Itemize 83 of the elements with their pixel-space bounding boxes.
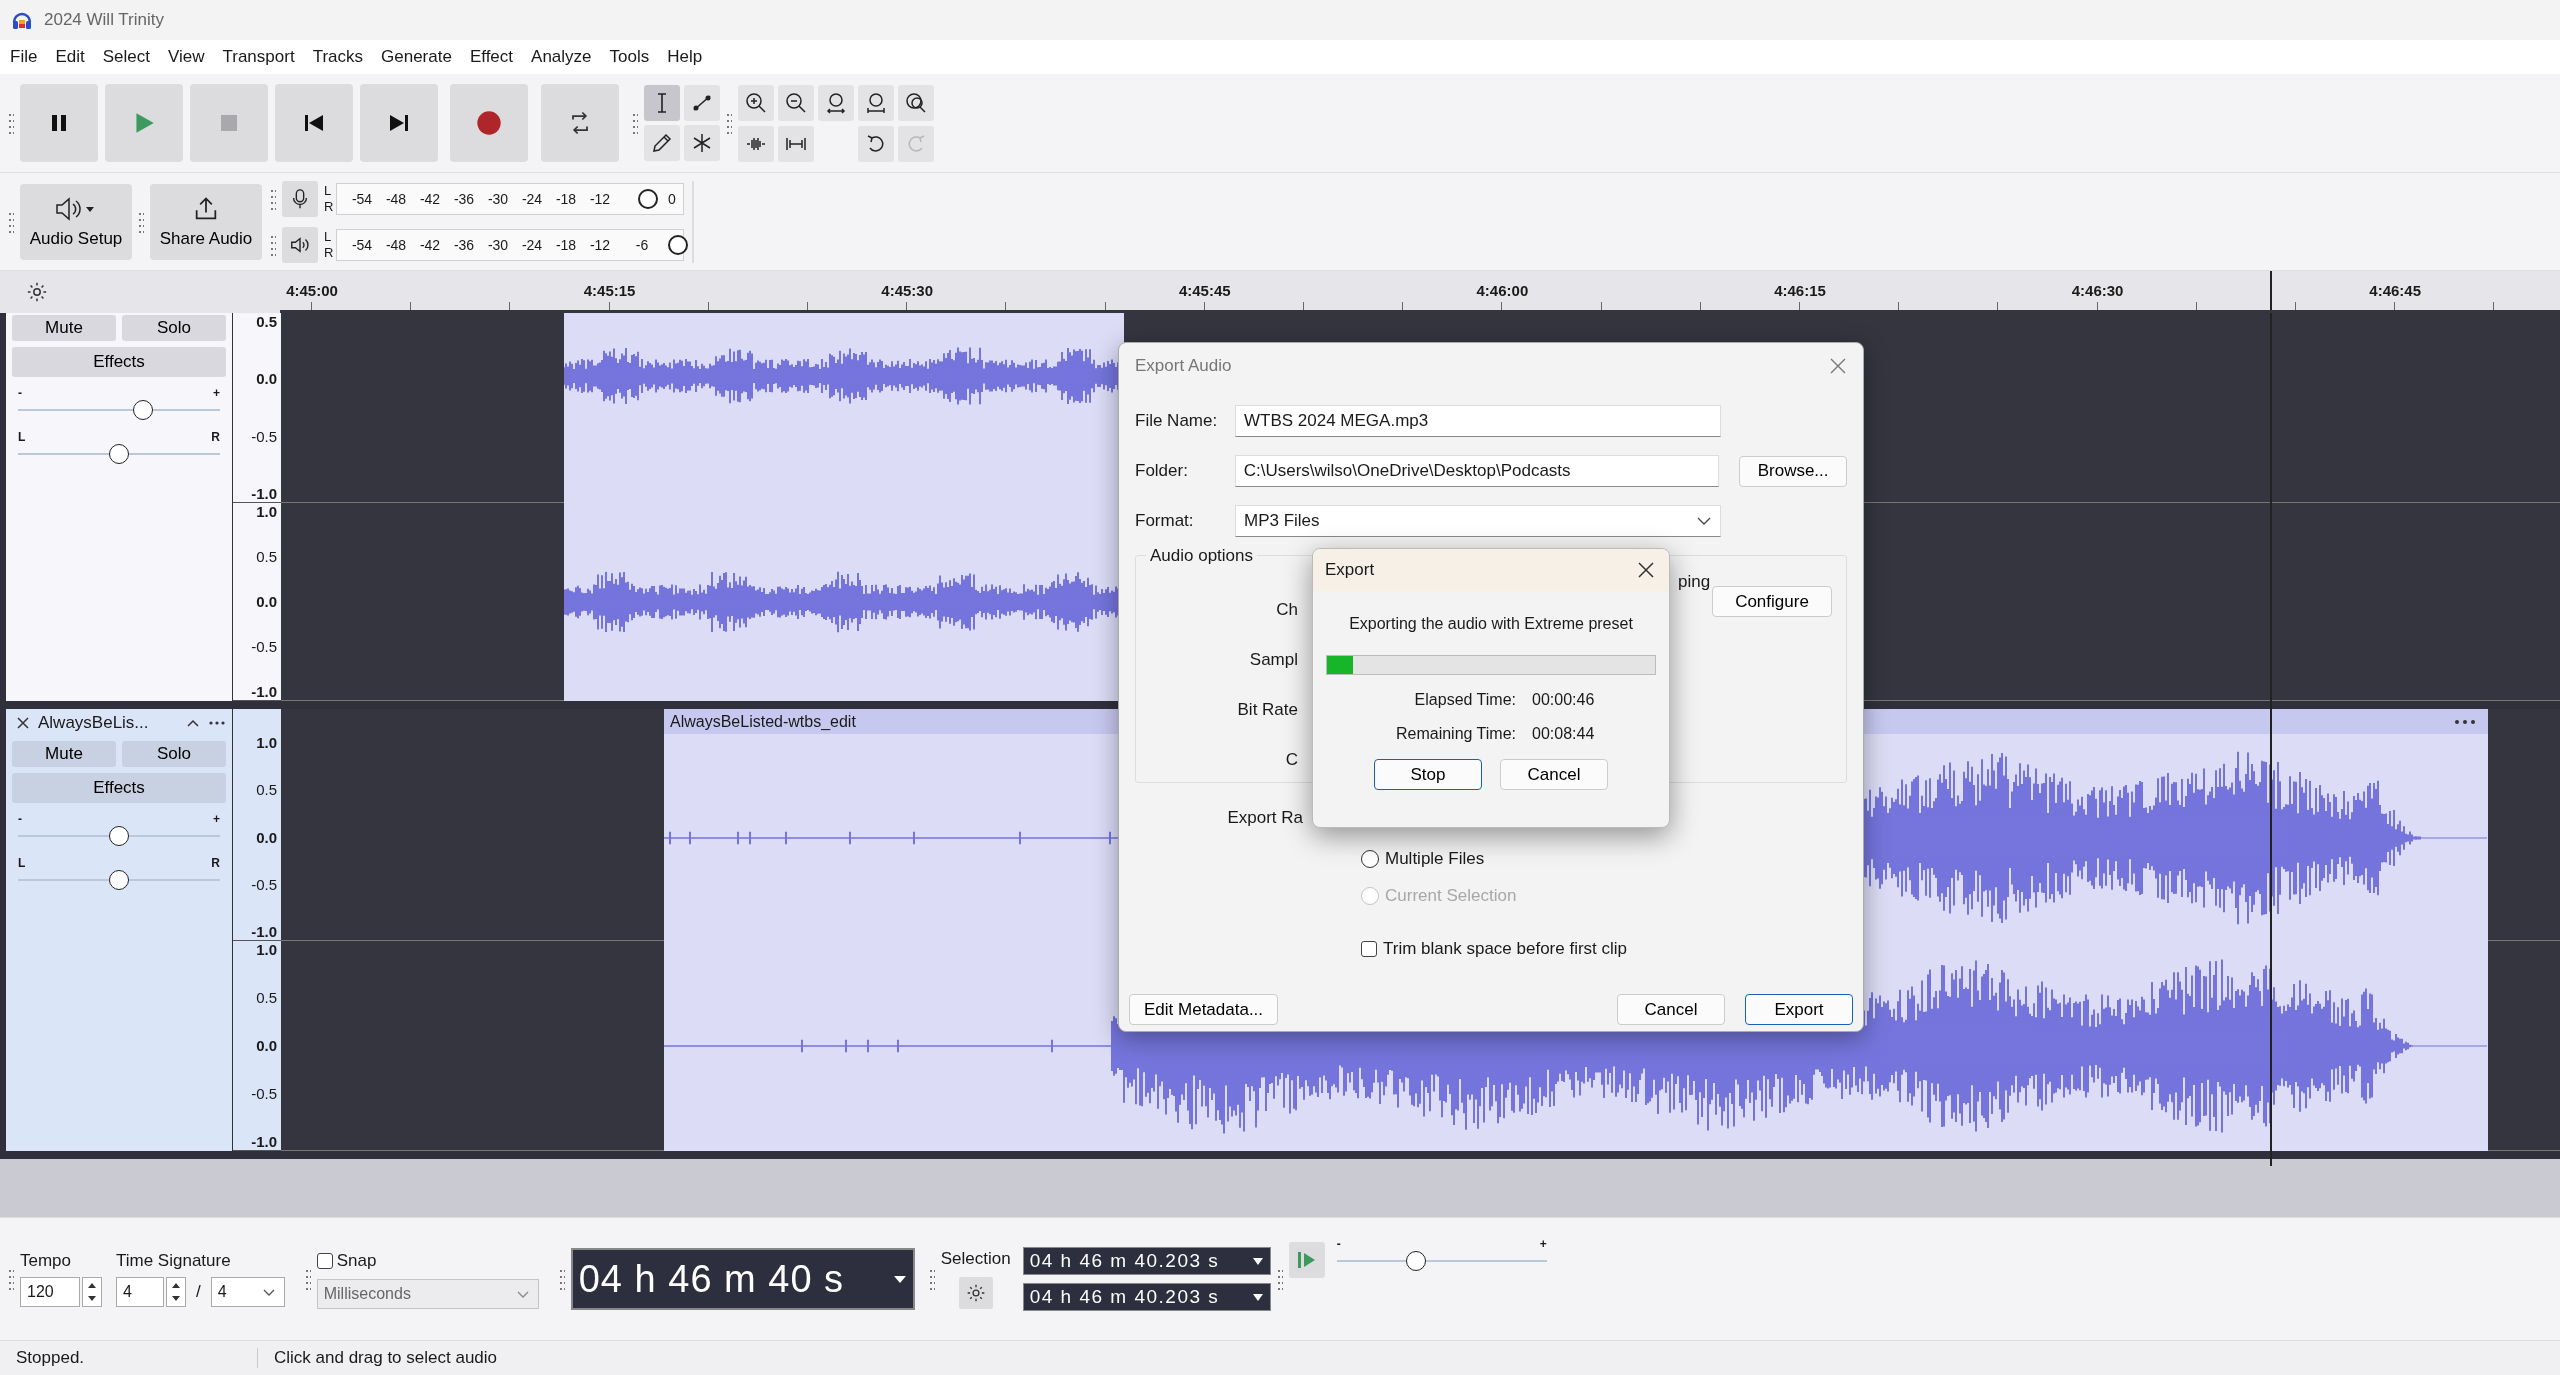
time-signature-label: Time Signature xyxy=(116,1251,232,1271)
meter-tick-label: -54 xyxy=(350,236,374,253)
slider-mark: R xyxy=(211,431,220,443)
option-label: ping xyxy=(1678,572,1711,592)
meter-tick-label: -12 xyxy=(588,236,612,253)
separator-text: / xyxy=(196,1282,201,1302)
amplitude-label: 0.0 xyxy=(256,370,277,388)
meter-tick-label: -48 xyxy=(384,236,408,253)
amplitude-label: 0.5 xyxy=(256,989,277,1006)
export-range-label: Export Ra xyxy=(1227,808,1303,828)
amplitude-label: -1.0 xyxy=(251,923,277,940)
time-label: 4:46:15 xyxy=(1773,282,1827,299)
meter-tick-label: -12 xyxy=(588,190,612,207)
time-label: 4:46:30 xyxy=(2070,282,2125,299)
meter-tick-label: -36 xyxy=(452,190,476,207)
meter-tick-label: -18 xyxy=(554,190,578,207)
meter-tick-label: -18 xyxy=(554,236,578,253)
amplitude-label: -0.5 xyxy=(251,1085,277,1102)
slider-mark: R xyxy=(211,857,220,869)
quality-label: C xyxy=(1285,750,1298,770)
slider-mark: - xyxy=(18,813,22,825)
channel-label: L xyxy=(324,182,333,199)
slider-mark: + xyxy=(213,387,220,399)
window-title: 2024 Will Trinity xyxy=(44,10,164,30)
amplitude-label: 0.5 xyxy=(256,781,277,799)
amplitude-label: 0.0 xyxy=(256,1037,277,1054)
field-label: File Name: xyxy=(1135,411,1219,431)
slider-mark: - xyxy=(1336,1238,1341,1250)
amplitude-label: -0.5 xyxy=(251,875,277,893)
slider-mark: L xyxy=(18,857,26,869)
meter-tick-label: -30 xyxy=(486,190,510,207)
meter-tick-label: -36 xyxy=(452,236,476,253)
time-label: 4:45:15 xyxy=(582,282,637,299)
time-label: Elapsed Time: xyxy=(1413,691,1516,709)
meter-tick-label: -42 xyxy=(418,236,442,253)
amplitude-label: 0.0 xyxy=(256,593,277,610)
field-label: Folder: xyxy=(1135,461,1189,481)
time-label: 4:46:00 xyxy=(1475,282,1530,299)
amplitude-label: 1.0 xyxy=(256,503,277,520)
meter-tick-label: 0 xyxy=(667,190,677,207)
bit-rate-label: Bit Rate xyxy=(1237,700,1298,720)
meter-tick-label: -24 xyxy=(520,190,544,207)
time-label: 4:46:45 xyxy=(2368,282,2423,299)
slider-mark: + xyxy=(213,813,220,825)
amplitude-label: -0.5 xyxy=(251,427,277,445)
meter-tick-label: -48 xyxy=(384,190,408,207)
time-label: 4:45:45 xyxy=(1177,282,1232,299)
slider-mark: + xyxy=(1539,1238,1547,1250)
dialog-title: Export xyxy=(1325,560,1375,580)
dialog-title: Export Audio xyxy=(1135,356,1232,376)
channel-label: R xyxy=(324,198,335,215)
slider-mark: - xyxy=(18,387,22,399)
meter-tick-label: -24 xyxy=(520,236,544,253)
amplitude-label: 0.5 xyxy=(256,313,277,330)
amplitude-label: 1.0 xyxy=(256,941,277,958)
progress-message: Exporting the audio with Extreme preset xyxy=(1349,615,1633,633)
amplitude-label: -1.0 xyxy=(251,1133,277,1150)
field-label: Format: xyxy=(1135,511,1195,531)
meter-tick-label: -54 xyxy=(350,190,374,207)
time-label: Remaining Time: xyxy=(1394,725,1516,743)
amplitude-label: -1.0 xyxy=(251,683,277,700)
time-label: 4:45:30 xyxy=(880,282,935,299)
tempo-label: Tempo xyxy=(20,1251,73,1271)
channel-label: L xyxy=(324,228,333,245)
time-value: 00:08:44 xyxy=(1532,725,1595,743)
time-value: 00:00:46 xyxy=(1532,691,1595,709)
status-text: Click and drag to select audio xyxy=(273,1348,498,1368)
amplitude-label: 0.0 xyxy=(256,828,277,846)
amplitude-label: 0.5 xyxy=(256,548,277,565)
slider-mark: L xyxy=(18,431,26,443)
channel-label: R xyxy=(324,244,335,261)
time-label: 4:45:00 xyxy=(285,282,339,299)
selection-label: Selection xyxy=(940,1249,1011,1269)
channels-label: Ch xyxy=(1276,600,1298,620)
amplitude-label: 1.0 xyxy=(256,734,277,751)
meter-tick-label: -30 xyxy=(486,236,510,253)
sample-rate-label: Sampl xyxy=(1249,650,1298,670)
status-text: Stopped. xyxy=(0,1348,258,1368)
meter-tick-label: -42 xyxy=(418,190,442,207)
amplitude-label: -0.5 xyxy=(251,638,277,655)
amplitude-label: -1.0 xyxy=(251,485,277,502)
group-title: Audio options xyxy=(1146,546,1258,566)
meter-tick-label: -6 xyxy=(634,236,650,253)
